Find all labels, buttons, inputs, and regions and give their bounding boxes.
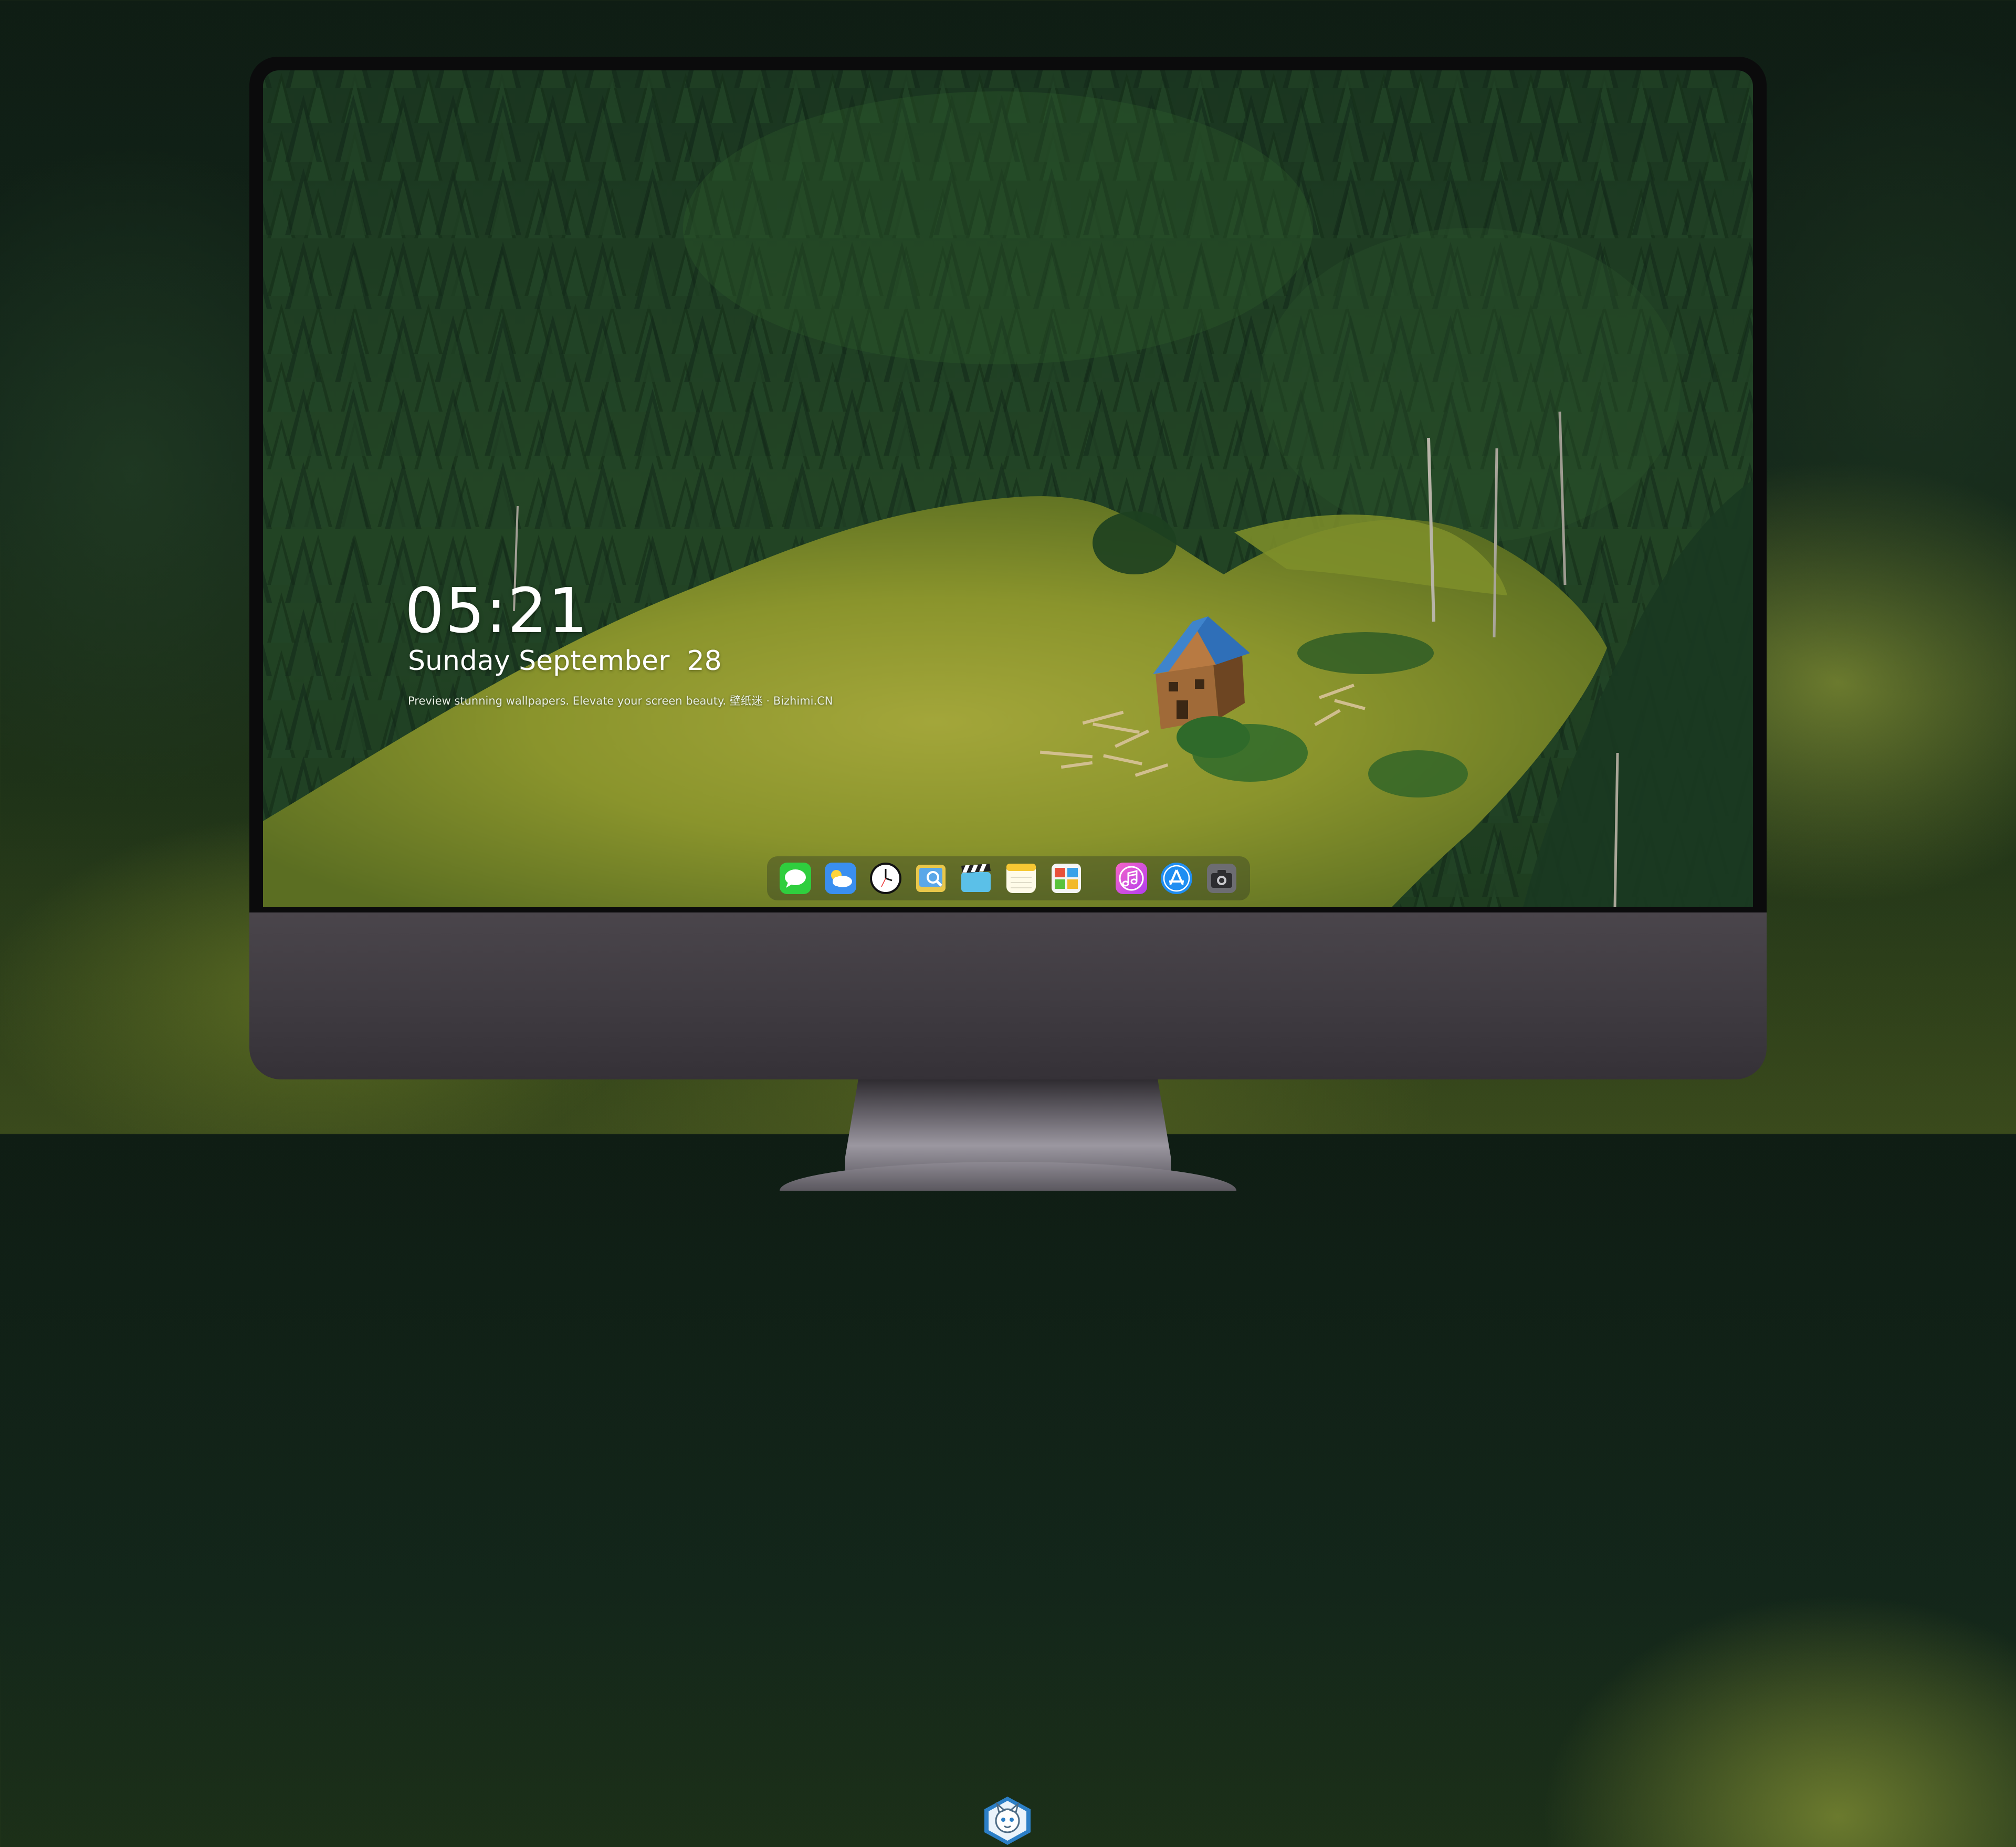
notes-icon [1006,864,1036,893]
lock-clock: 05:21 [405,574,589,647]
monitor: 05:21 Sunday September 28 Preview stunni… [249,57,1767,1845]
clock-icon [870,863,901,894]
dock-item-photo-booth[interactable] [1049,862,1083,895]
photos-icon [1052,864,1081,893]
dock-item-clock[interactable] [869,862,902,895]
monitor-chin [249,912,1767,1845]
weather-icon [825,863,856,894]
dock-item-weather[interactable] [824,862,857,895]
mascot-logo-icon [984,1797,1031,1845]
camera-icon [1207,864,1236,893]
clips-icon [961,864,991,892]
lock-date: Sunday September 28 [408,645,722,677]
dock-item-notes[interactable] [1004,862,1038,895]
monitor-bezel: 05:21 Sunday September 28 Preview stunni… [249,57,1767,912]
dock-item-clips[interactable] [959,862,993,895]
messages-icon [780,863,811,894]
dock-item-preview[interactable] [914,862,948,895]
dock-item-messages[interactable] [779,862,812,895]
wallpaper-forest-cabin [263,70,1753,907]
wallpaper-tagline: Preview stunning wallpapers. Elevate you… [408,695,833,707]
app-store-icon [1161,863,1192,894]
dock [767,856,1250,900]
music-icon [1116,863,1147,894]
screen: 05:21 Sunday September 28 Preview stunni… [263,70,1753,907]
dock-item-itunes[interactable] [1115,862,1148,895]
preview-icon [916,865,946,892]
dock-item-app-store[interactable] [1160,862,1193,895]
dock-item-camera[interactable] [1205,862,1238,895]
